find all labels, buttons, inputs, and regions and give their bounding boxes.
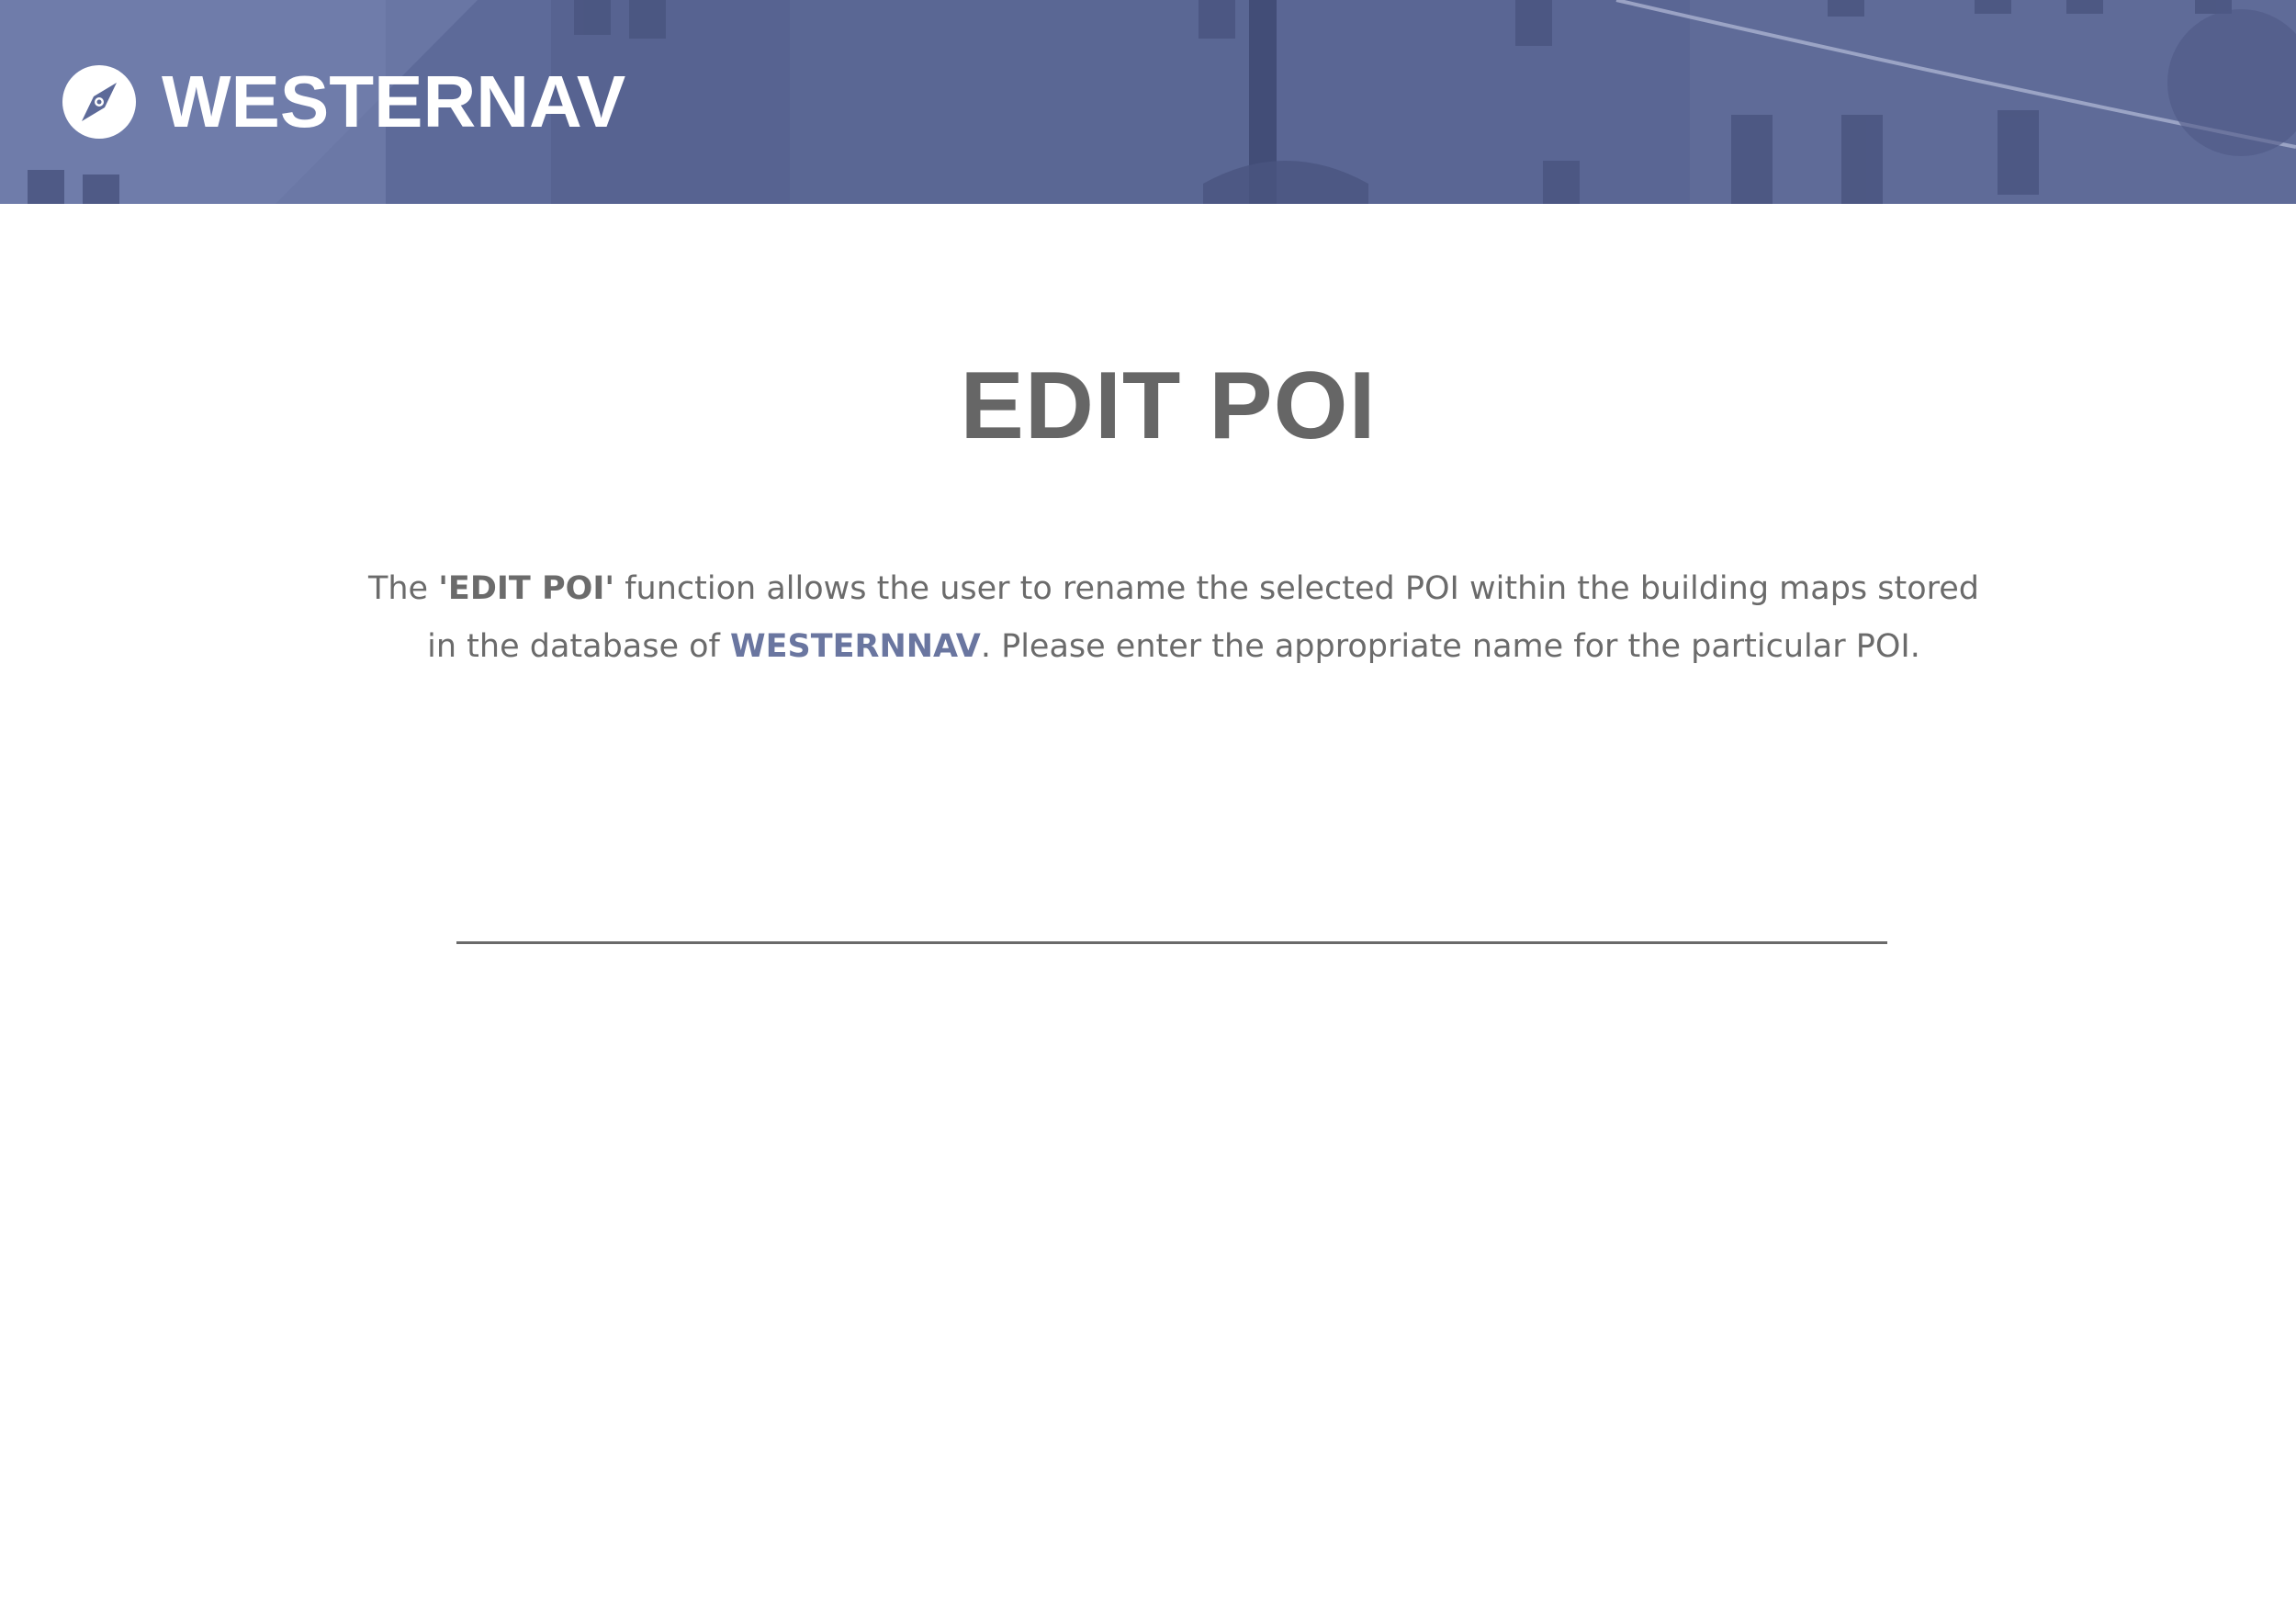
page-description: The 'EDIT POI' function allows the user … xyxy=(349,560,1998,676)
brand-name: WESTERNAV xyxy=(162,61,626,142)
description-highlight-function: 'EDIT POI' xyxy=(438,570,615,607)
description-text-1: The xyxy=(367,570,439,607)
description-text-3: . Please enter the appropriate name for … xyxy=(980,628,1920,665)
header-banner: WESTERNAV xyxy=(0,0,2296,204)
compass-icon xyxy=(62,65,136,139)
description-highlight-brand: WESTERNNAV xyxy=(730,628,981,665)
page-title: EDIT POI xyxy=(960,353,1377,459)
app-root: WESTERNAV EDIT POI The 'EDIT POI' functi… xyxy=(0,0,2296,1609)
poi-name-input[interactable] xyxy=(456,877,1887,944)
